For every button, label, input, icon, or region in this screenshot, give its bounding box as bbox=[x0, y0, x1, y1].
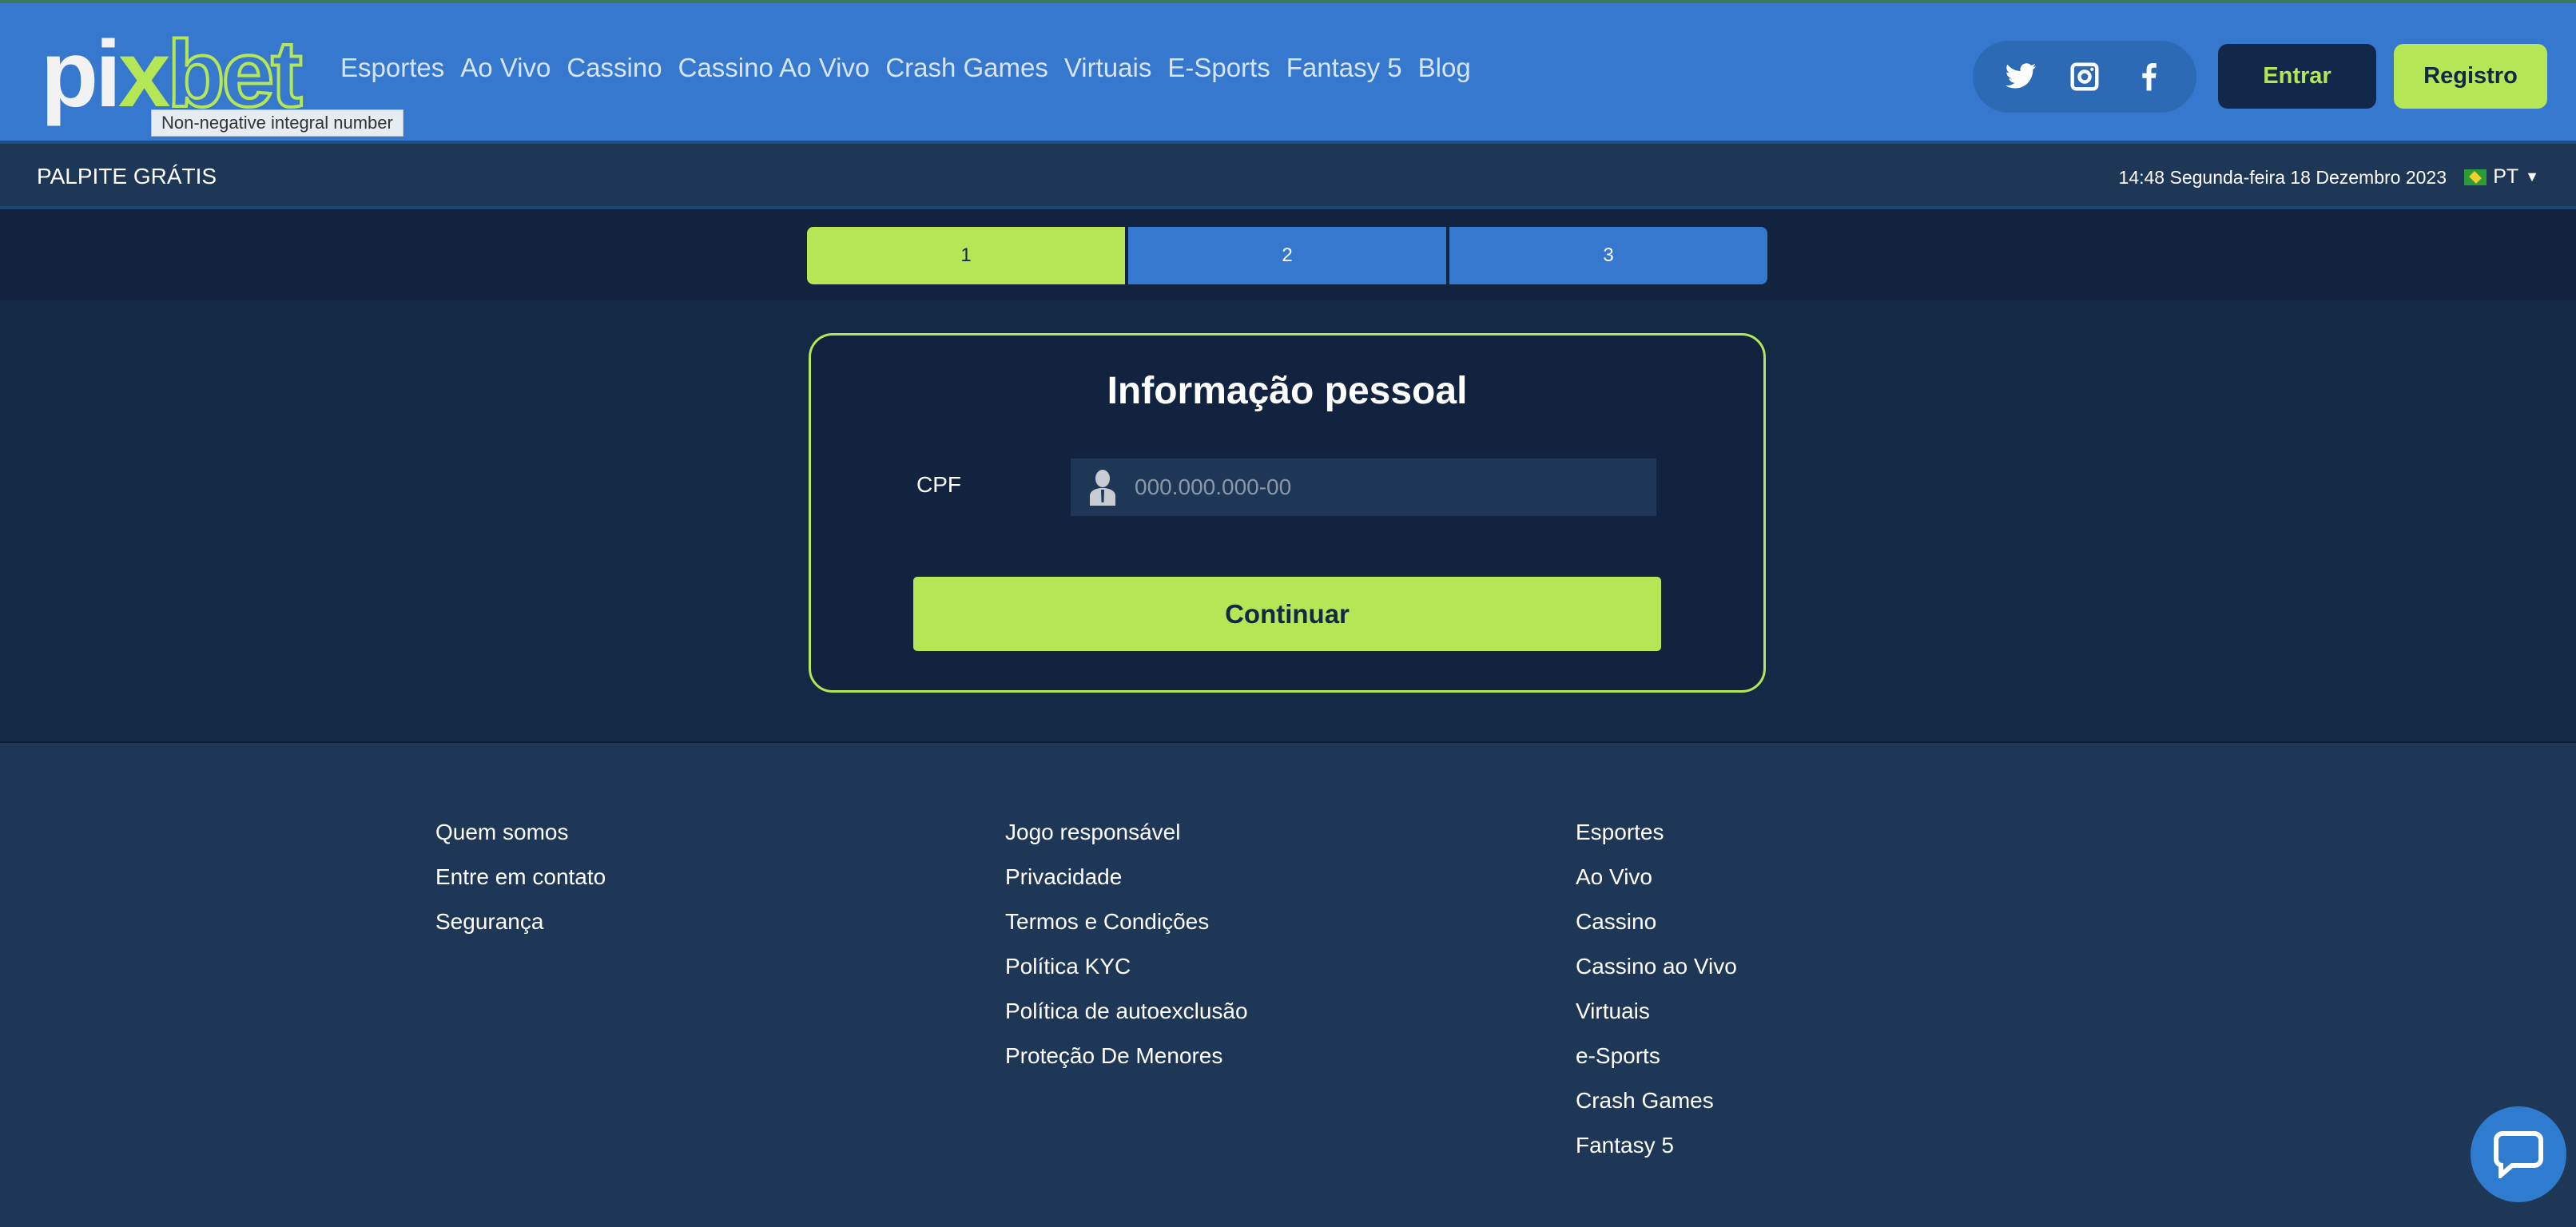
footer-link[interactable]: Fantasy 5 bbox=[1576, 1130, 1737, 1174]
chat-button[interactable] bbox=[2471, 1106, 2566, 1202]
footer-col-2: Jogo responsável Privacidade Termos e Co… bbox=[1005, 816, 1248, 1085]
nav-cassino-ao-vivo[interactable]: Cassino Ao Vivo bbox=[678, 53, 870, 83]
nav-cassino[interactable]: Cassino bbox=[566, 53, 662, 83]
palpite-gratis-link[interactable]: PALPITE GRÁTIS bbox=[37, 164, 217, 189]
footer-link[interactable]: Política KYC bbox=[1005, 951, 1248, 995]
nav-virtuais[interactable]: Virtuais bbox=[1064, 53, 1151, 83]
footer-link[interactable]: Jogo responsável bbox=[1005, 816, 1248, 861]
nav-blog[interactable]: Blog bbox=[1418, 53, 1471, 83]
brazil-flag-icon bbox=[2464, 169, 2487, 185]
footer-link[interactable]: Privacidade bbox=[1005, 861, 1248, 906]
instagram-icon[interactable] bbox=[2068, 60, 2101, 93]
datetime: 14:48 Segunda-feira 18 Dezembro 2023 bbox=[2118, 167, 2447, 188]
footer-link[interactable]: Proteção De Menores bbox=[1005, 1040, 1248, 1085]
user-icon bbox=[1071, 469, 1135, 506]
nav-esportes[interactable]: Esportes bbox=[340, 53, 444, 83]
main-nav: Esportes Ao Vivo Cassino Cassino Ao Vivo… bbox=[340, 53, 1471, 83]
language-label: PT bbox=[2493, 165, 2519, 188]
cpf-input[interactable] bbox=[1135, 475, 1656, 500]
cpf-label: CPF bbox=[916, 472, 961, 497]
twitter-icon[interactable] bbox=[2004, 60, 2037, 93]
form-title: Informação pessoal bbox=[1107, 370, 1468, 412]
step-2[interactable]: 2 bbox=[1128, 227, 1446, 284]
nav-fantasy-5[interactable]: Fantasy 5 bbox=[1286, 53, 1402, 83]
chat-bubble-icon bbox=[2494, 1131, 2543, 1178]
footer-link[interactable]: Entre em contato bbox=[435, 861, 606, 906]
footer-link[interactable]: Cassino ao Vivo bbox=[1576, 951, 1737, 995]
footer-col-1: Quem somos Entre em contato Segurança bbox=[435, 816, 606, 951]
footer-link[interactable]: Ao Vivo bbox=[1576, 861, 1737, 906]
footer-link[interactable]: Segurança bbox=[435, 906, 606, 951]
nav-ao-vivo[interactable]: Ao Vivo bbox=[460, 53, 551, 83]
footer-link[interactable]: Quem somos bbox=[435, 816, 606, 861]
footer-link[interactable]: Cassino bbox=[1576, 906, 1737, 951]
nav-e-sports[interactable]: E-Sports bbox=[1167, 53, 1270, 83]
footer-col-3: Esportes Ao Vivo Cassino Cassino ao Vivo… bbox=[1576, 816, 1737, 1174]
footer-link[interactable]: Virtuais bbox=[1576, 995, 1737, 1040]
social-links bbox=[1973, 41, 2196, 113]
footer-link[interactable]: Esportes bbox=[1576, 816, 1737, 861]
cpf-field[interactable] bbox=[1071, 459, 1656, 516]
footer-link[interactable]: Crash Games bbox=[1576, 1085, 1737, 1130]
footer-link[interactable]: Termos e Condições bbox=[1005, 906, 1248, 951]
step-1[interactable]: 1 bbox=[807, 227, 1125, 284]
register-button[interactable]: Registro bbox=[2394, 44, 2547, 109]
step-3[interactable]: 3 bbox=[1449, 227, 1767, 284]
footer-link[interactable]: Política de autoexclusão bbox=[1005, 995, 1248, 1040]
nav-crash-games[interactable]: Crash Games bbox=[885, 53, 1048, 83]
pixbet-logo[interactable]: pixbet bbox=[41, 26, 304, 123]
caret-down-icon: ▼ bbox=[2525, 169, 2539, 185]
footer-link[interactable]: e-Sports bbox=[1576, 1040, 1737, 1085]
facebook-icon[interactable] bbox=[2132, 60, 2165, 93]
login-button[interactable]: Entrar bbox=[2218, 44, 2376, 109]
continue-button[interactable]: Continuar bbox=[913, 577, 1661, 651]
language-selector[interactable]: PT ▼ bbox=[2464, 165, 2539, 189]
tooltip: Non-negative integral number bbox=[151, 109, 403, 137]
